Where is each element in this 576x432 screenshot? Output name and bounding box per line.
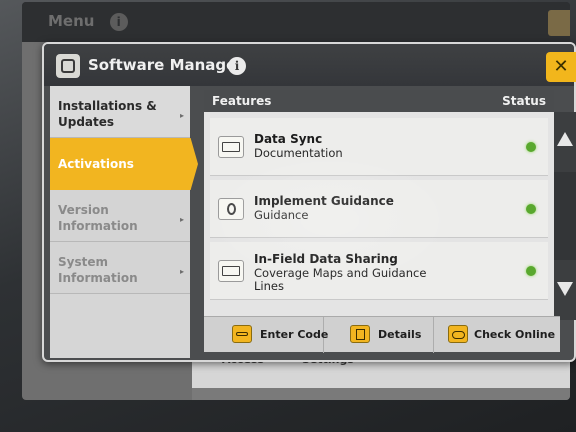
background-close-button[interactable] <box>548 10 570 36</box>
enter-code-label: Enter Code <box>260 328 329 341</box>
arrow-down-icon <box>557 282 573 296</box>
feature-row-data-sync[interactable]: Data Sync Documentation <box>210 118 548 176</box>
software-manager-dialog: Software Manager i ✕ Installations & Upd… <box>42 42 576 362</box>
status-indicator <box>526 204 536 214</box>
scrollbar[interactable] <box>554 90 576 350</box>
sidebar-item-label: Updates <box>58 115 115 129</box>
feature-name: In-Field Data Sharing <box>254 252 398 266</box>
chevron-right-icon: ▸ <box>179 111 184 120</box>
document-icon <box>350 325 370 343</box>
sidebar-item-activations[interactable]: Activations <box>50 138 198 190</box>
details-label: Details <box>378 328 422 341</box>
enter-code-button[interactable]: Enter Code <box>204 317 328 353</box>
feature-name: Data Sync <box>254 132 323 146</box>
sidebar-item-label: Information <box>58 219 138 233</box>
background-strip <box>192 388 570 400</box>
status-column-header: Status <box>502 94 546 108</box>
arrow-up-icon <box>557 132 573 146</box>
dialog-title: Software Manager <box>88 56 244 74</box>
guidance-icon <box>218 198 244 220</box>
feature-description-line: Lines <box>254 279 284 293</box>
sidebar-item-label: Information <box>58 271 138 285</box>
features-column-header: Features <box>212 94 272 108</box>
bottom-toolbar: Enter Code Details Check Online <box>204 316 560 353</box>
display-icon <box>218 136 244 158</box>
sidebar-nav: Installations & Updates ▸ Activations Ve… <box>50 86 198 358</box>
status-indicator <box>526 142 536 152</box>
feature-description-line: Documentation <box>254 146 343 160</box>
features-panel: Features Status Data Sync Documentation … <box>204 90 554 350</box>
check-online-label: Check Online <box>474 328 556 341</box>
scroll-up-button[interactable] <box>554 112 576 172</box>
status-indicator <box>526 266 536 276</box>
feature-row-implement-guidance[interactable]: Implement Guidance Guidance <box>210 180 548 238</box>
sidebar-item-label: Activations <box>58 157 134 171</box>
sidebar-filler <box>50 294 190 358</box>
sidebar-item-label: Installations & <box>58 99 157 113</box>
sidebar-item-installations-updates[interactable]: Installations & Updates ▸ <box>50 86 190 138</box>
feature-row-in-field-data-sharing[interactable]: In-Field Data Sharing Coverage Maps and … <box>210 242 548 300</box>
feature-description: Coverage Maps and Guidance Lines <box>254 267 454 293</box>
feature-description: Documentation <box>254 147 454 160</box>
info-icon[interactable]: i <box>228 57 246 75</box>
scroll-track[interactable] <box>554 172 576 260</box>
close-button[interactable]: ✕ <box>546 52 576 82</box>
chevron-right-icon: ▸ <box>179 215 184 224</box>
check-online-button[interactable]: Check Online <box>434 317 560 353</box>
background-title: Menu <box>48 12 95 30</box>
sidebar-item-label: System <box>58 255 108 269</box>
sidebar-item-label: Version <box>58 203 109 217</box>
background-info-icon[interactable]: i <box>109 12 128 31</box>
scroll-down-button[interactable] <box>554 260 576 320</box>
background-header: Menu i <box>22 2 570 42</box>
dialog-titlebar: Software Manager i ✕ <box>44 44 576 86</box>
sidebar-item-version-information[interactable]: Version Information ▸ <box>50 190 190 242</box>
features-header: Features Status <box>204 90 554 112</box>
feature-description-line: Coverage Maps and Guidance <box>254 266 427 280</box>
feature-description: Guidance <box>254 209 454 222</box>
software-manager-icon <box>56 54 80 78</box>
feature-description-line: Guidance <box>254 208 309 222</box>
details-button[interactable]: Details <box>324 317 434 353</box>
cloud-icon <box>448 325 468 343</box>
display-icon <box>218 260 244 282</box>
sidebar-item-system-information[interactable]: System Information ▸ <box>50 242 190 294</box>
feature-name: Implement Guidance <box>254 194 394 208</box>
key-icon <box>232 325 252 343</box>
chevron-right-icon: ▸ <box>179 267 184 276</box>
